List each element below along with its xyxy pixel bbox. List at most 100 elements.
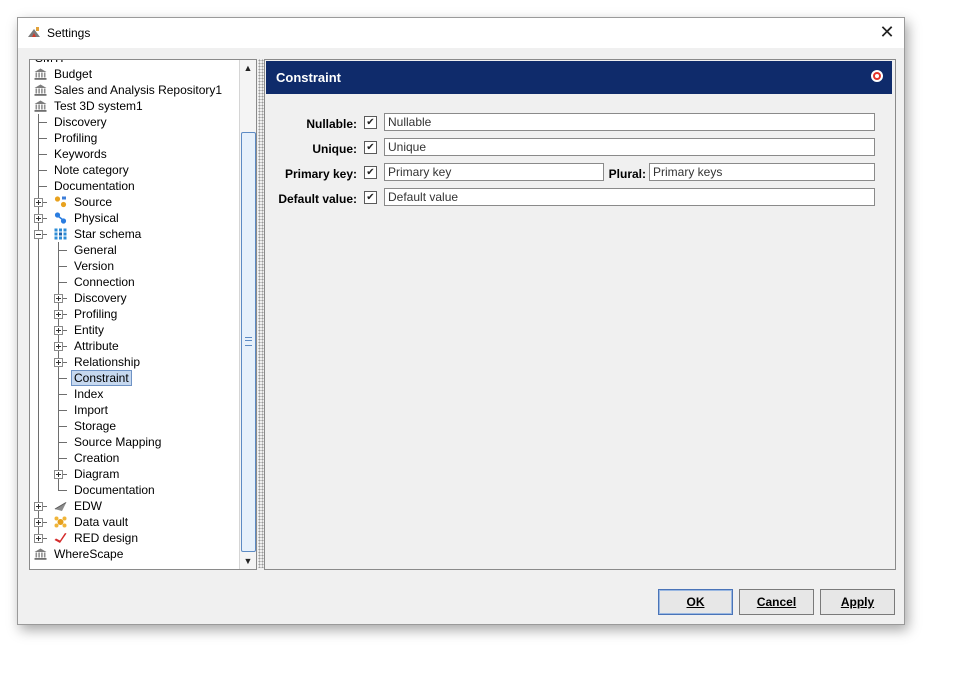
tree-connector [38,114,39,130]
tree-item[interactable]: Budget [30,66,240,82]
primary-key-checkbox[interactable]: ✔ [364,166,377,179]
tree-item-label: SMTP [33,60,70,66]
tree-item[interactable]: Note category [30,162,240,178]
tree-item-label: Source [74,195,113,209]
tree-item[interactable]: Physical [30,210,240,226]
edw-icon [54,500,67,512]
scroll-down-arrow-icon[interactable]: ▼ [240,553,256,569]
cancel-button[interactable]: Cancel [739,589,814,615]
expand-plus-icon[interactable] [54,342,63,351]
tree-item[interactable]: General [30,242,240,258]
tree-item[interactable]: Connection [30,274,240,290]
tree-item[interactable]: Constraint [30,370,240,386]
tree-item-label: Budget [54,67,93,81]
tree-item[interactable]: Data vault [30,514,240,530]
primary-key-input[interactable] [384,163,604,181]
expand-plus-icon[interactable] [54,358,63,367]
collapse-minus-icon[interactable] [34,230,43,239]
tree-item[interactable]: Star schema [30,226,240,242]
default-value-checkbox[interactable]: ✔ [364,191,377,204]
tree-item-label: Index [74,387,104,401]
scroll-up-arrow-icon[interactable]: ▲ [240,60,256,76]
bank-icon [34,68,47,80]
tree-item[interactable]: Sales and Analysis Repository1 [30,82,240,98]
tree-item[interactable]: WhereScape [30,546,240,562]
expand-plus-icon[interactable] [34,502,43,511]
nullable-checkbox[interactable]: ✔ [364,116,377,129]
tree-item[interactable]: Creation [30,450,240,466]
tree-item-label: Entity [74,323,105,337]
help-icon[interactable] [871,70,883,82]
tree-item[interactable]: Source Mapping [30,434,240,450]
tree-item[interactable]: Discovery [30,290,240,306]
tree-item[interactable]: EDW [30,498,240,514]
tree-item[interactable]: Storage [30,418,240,434]
tree-connector [38,138,47,139]
data-vault-icon [54,516,67,528]
tree-connector [58,266,67,267]
tree-item[interactable]: SMTP [30,60,240,66]
tree-item[interactable]: Profiling [30,130,240,146]
expand-plus-icon[interactable] [34,198,43,207]
tree-item-label: Note category [54,163,129,177]
expand-plus-icon[interactable] [54,326,63,335]
app-icon [28,27,40,37]
tree-item-label: Physical [74,211,119,225]
tree-item[interactable]: Relationship [30,354,240,370]
tree-connector [38,242,39,258]
tree-item[interactable]: Entity [30,322,240,338]
tree-scrollbar[interactable]: ▲ ▼ [239,60,256,569]
tree-connector [58,378,67,379]
content-panel: Constraint Nullable: ✔ Unique: ✔ Primary… [264,59,896,570]
expand-plus-icon[interactable] [54,294,63,303]
tree-item[interactable]: Test 3D system1 [30,98,240,114]
tree-item[interactable]: Import [30,402,240,418]
tree-item-label: Import [74,403,109,417]
tree-item[interactable]: Documentation [30,482,240,498]
tree-item-label: Sales and Analysis Repository1 [54,83,223,97]
unique-input[interactable] [384,138,875,156]
expand-plus-icon[interactable] [34,518,43,527]
tree-connector [38,370,39,386]
tree-connector [58,386,59,402]
tree-connector [58,282,67,283]
tree-item[interactable]: Diagram [30,466,240,482]
tree-item[interactable]: Version [30,258,240,274]
tree-connector [58,442,67,443]
unique-checkbox[interactable]: ✔ [364,141,377,154]
tree-connector [38,290,39,306]
tree-connector [58,410,67,411]
source-icon [54,196,67,208]
tree-item[interactable]: Source [30,194,240,210]
expand-plus-icon[interactable] [34,534,43,543]
bank-icon [34,100,47,112]
nullable-input[interactable] [384,113,875,131]
expand-plus-icon[interactable] [54,310,63,319]
tree-connector [38,386,39,402]
close-button[interactable]: ✕ [870,18,904,48]
plural-input[interactable] [649,163,875,181]
tree-connector [38,274,39,290]
expand-plus-icon[interactable] [54,470,63,479]
tree-item[interactable]: Profiling [30,306,240,322]
tree-item-label: General [74,243,117,257]
apply-button[interactable]: Apply [820,589,895,615]
scroll-thumb[interactable] [241,132,256,552]
settings-tree-panel: SMTPBudget Sales and Analysis Repository1… [29,59,257,570]
tree-item[interactable]: Attribute [30,338,240,354]
tree-connector [58,434,59,450]
tree-item-label: EDW [74,499,102,513]
tree-connector [38,450,39,466]
tree-connector [58,482,59,490]
tree-item[interactable]: RED design [30,530,240,546]
tree-item[interactable]: Keywords [30,146,240,162]
tree-item-label: Relationship [74,355,141,369]
ok-button[interactable]: OK [658,589,733,615]
tree-item-label: Documentation [54,179,135,193]
tree-item[interactable]: Discovery [30,114,240,130]
default-value-input[interactable] [384,188,875,206]
expand-plus-icon[interactable] [34,214,43,223]
tree-item[interactable]: Documentation [30,178,240,194]
tree-connector [38,482,39,498]
tree-item[interactable]: Index [30,386,240,402]
